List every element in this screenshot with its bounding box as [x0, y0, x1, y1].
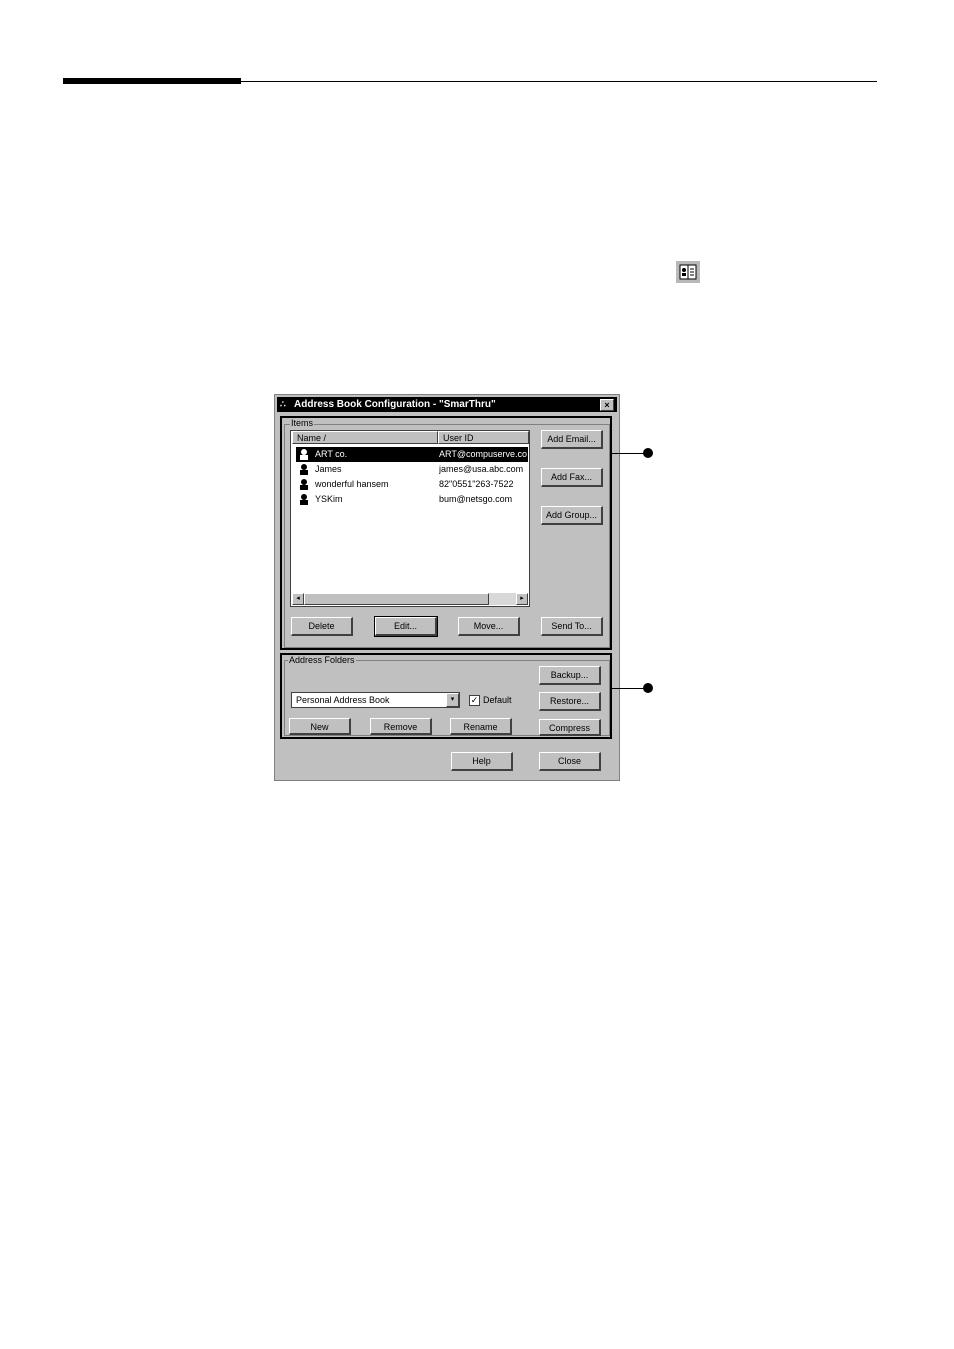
help-button[interactable]: Help [451, 752, 513, 771]
list-item[interactable]: YSKim bum@netsgo.com [296, 492, 528, 507]
contact-name: wonderful hansem [315, 479, 389, 489]
horizontal-scrollbar[interactable]: ◂ ▸ [292, 593, 528, 605]
contact-icon [300, 464, 308, 475]
remove-folder-button[interactable]: Remove [370, 718, 432, 735]
compress-button[interactable]: Compress [539, 719, 601, 736]
header-rule-thin [241, 81, 877, 82]
contact-name: YSKim [315, 494, 343, 504]
contact-name: James [315, 464, 342, 474]
column-header-user-id[interactable]: User ID [438, 431, 529, 444]
restore-button[interactable]: Restore... [539, 692, 601, 711]
delete-button[interactable]: Delete [291, 617, 353, 636]
default-checkbox-label[interactable]: Default [483, 694, 512, 707]
close-icon[interactable]: × [600, 399, 614, 411]
list-item[interactable]: ART co. ART@compuserve.co [296, 447, 528, 462]
scroll-thumb[interactable] [304, 593, 489, 605]
move-button[interactable]: Move... [458, 617, 520, 636]
contact-user-id: bum@netsgo.com [439, 494, 513, 504]
scroll-left-icon[interactable]: ◂ [292, 593, 304, 605]
chevron-down-icon[interactable]: ▾ [446, 693, 459, 707]
address-book-icon [676, 261, 700, 283]
send-to-button[interactable]: Send To... [541, 617, 603, 636]
dialog-title: Address Book Configuration - "SmarThru" [294, 399, 496, 410]
list-item[interactable]: James james@usa.abc.com [296, 462, 528, 477]
add-group-button[interactable]: Add Group... [541, 506, 603, 525]
items-callout-dot [643, 448, 653, 458]
edit-button[interactable]: Edit... [374, 616, 438, 637]
folders-callout-dot [643, 683, 653, 693]
contact-user-id: james@usa.abc.com [439, 464, 524, 474]
app-icon: ∴ [280, 399, 286, 409]
close-button[interactable]: Close [539, 752, 601, 771]
contact-user-id: 82"0551"263-7522 [439, 479, 514, 489]
contact-name: ART co. [315, 449, 348, 459]
contact-user-id: ART@compuserve.co [439, 449, 528, 459]
add-fax-button[interactable]: Add Fax... [541, 468, 603, 487]
default-checkbox[interactable]: ✓ [469, 695, 480, 706]
address-list[interactable]: Name / User ID ART co. ART@compuserve.co… [290, 430, 530, 607]
selected-folder: Personal Address Book [296, 695, 390, 705]
backup-button[interactable]: Backup... [539, 666, 601, 685]
address-folder-select[interactable]: Personal Address Book ▾ [291, 692, 460, 708]
rename-folder-button[interactable]: Rename [450, 718, 512, 735]
new-folder-button[interactable]: New [289, 718, 351, 735]
dialog-title-bar[interactable]: ∴ Address Book Configuration - "SmarThru… [277, 397, 617, 412]
add-email-button[interactable]: Add Email... [541, 430, 603, 449]
header-rule-thick [63, 78, 241, 84]
scroll-right-icon[interactable]: ▸ [516, 593, 528, 605]
contact-icon [300, 449, 308, 460]
list-item[interactable]: wonderful hansem 82"0551"263-7522 [296, 477, 528, 492]
contact-icon [300, 494, 308, 505]
column-header-name[interactable]: Name / [292, 431, 438, 444]
contact-icon [300, 479, 308, 490]
